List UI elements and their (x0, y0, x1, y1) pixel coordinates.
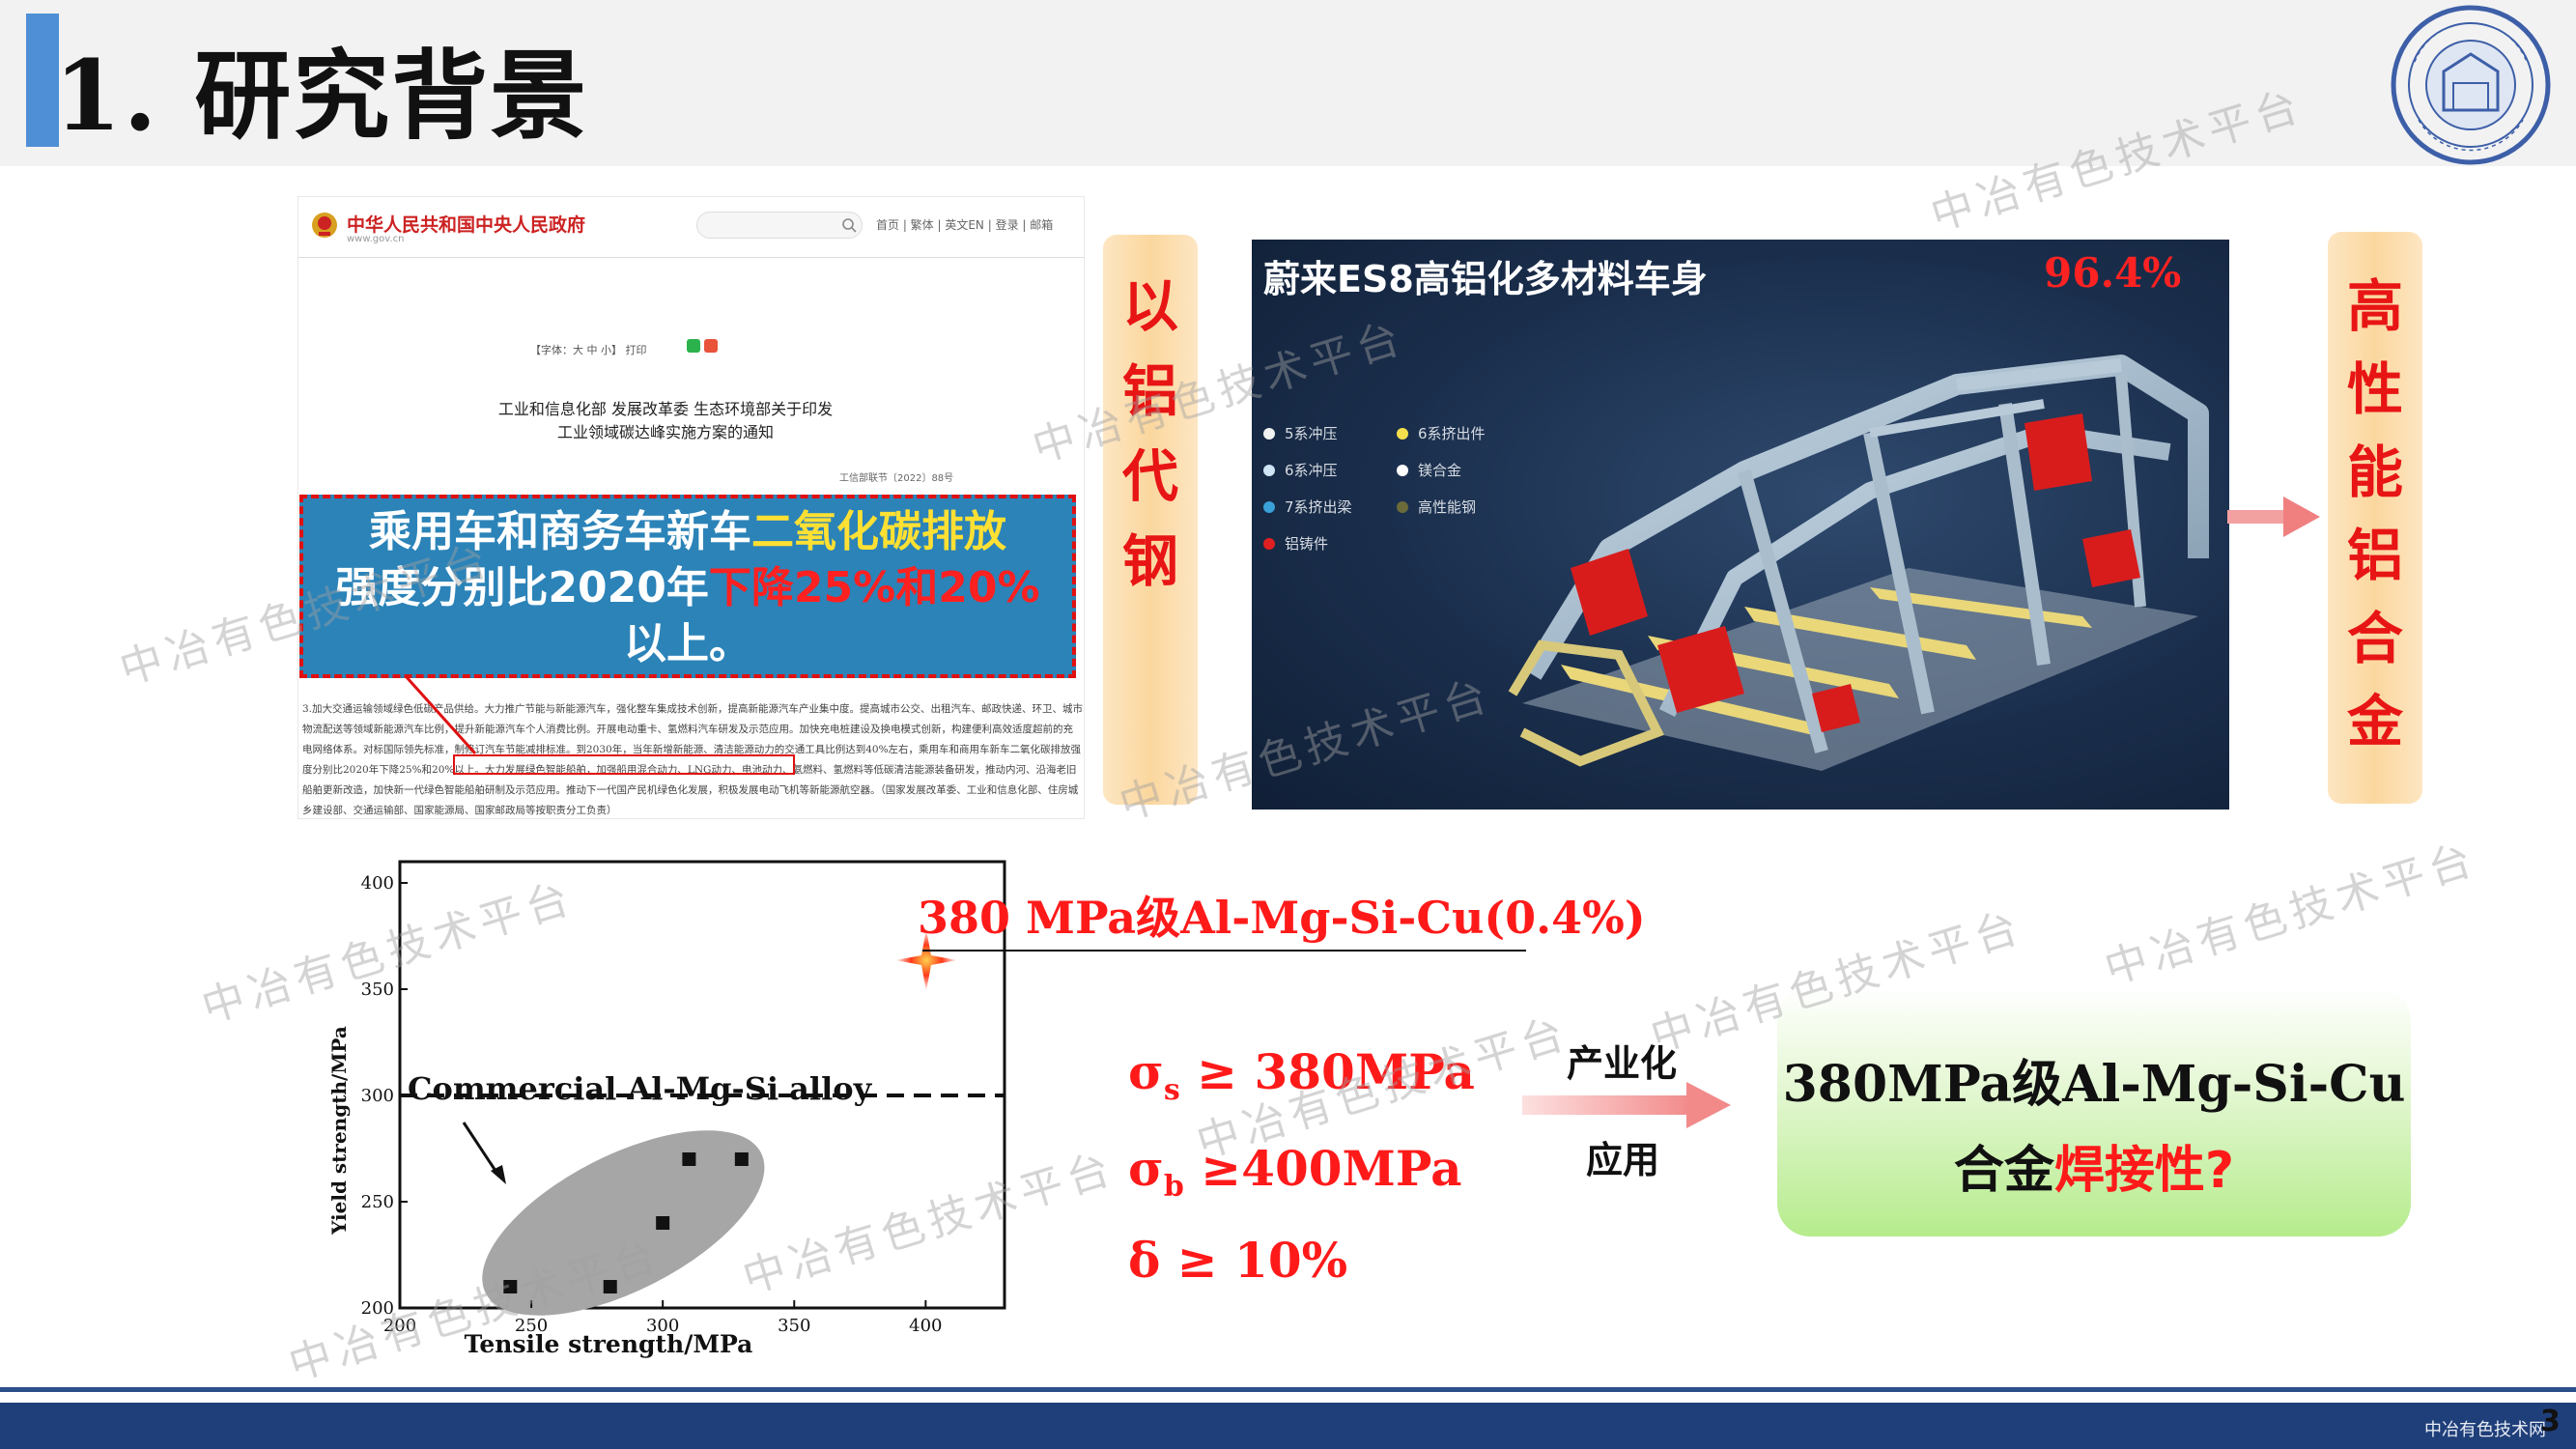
university-seal-icon (2391, 5, 2551, 165)
x-tick-label: 350 (778, 1316, 810, 1336)
chart-x-axis-label: Tensile strength/MPa (465, 1330, 753, 1358)
weldability-question-box: 380MPa级Al-Mg-Si-Cu 合金焊接性? (1777, 987, 2411, 1236)
callout-text-5: 以上。 (624, 619, 751, 668)
banner-high-performance-alloy: 高 性 能 铝 合 金 (2328, 232, 2422, 804)
highlight-point-label: 380 MPa级Al-Mg-Si-Cu(0.4%) (918, 892, 1646, 944)
prop-symbol: σ (1128, 1140, 1164, 1197)
arrow-right-icon (2227, 497, 2320, 537)
legend-label: 高性能钢 (1418, 498, 1477, 516)
prop-subscript: b (1163, 1170, 1184, 1204)
document-heading-line2: 工业领域碳达峰实施方案的通知 (556, 423, 774, 441)
banner-aluminum-for-steel: 以 铝 代 钢 (1103, 235, 1198, 805)
banner-right-char: 能 (2346, 440, 2403, 505)
divider (298, 257, 1084, 258)
legend-label: 5系冲压 (1285, 425, 1338, 442)
legend-label: 6系冲压 (1285, 462, 1338, 479)
tensile-strength-requirement: σb ≥400MPa (1128, 1140, 1462, 1204)
arrow-right-icon (1522, 1082, 1731, 1128)
highlight-box (453, 754, 795, 775)
banner-right-char: 铝 (2346, 523, 2403, 588)
banner-left-char: 以 (1121, 273, 1178, 339)
banner-left-char: 钢 (1121, 528, 1178, 594)
banner-right-char: 金 (2346, 689, 2403, 754)
legend-swatch (1263, 501, 1275, 513)
green-box-line1: 380MPa级Al-Mg-Si-Cu (1782, 1055, 2406, 1114)
legend-item: 5系冲压 (1263, 423, 1338, 443)
green-box-line2-b: 焊接性? (2053, 1142, 2235, 1200)
document-heading-line1: 工业和信息化部 发展改革委 生态环境部关于印发 (497, 400, 834, 418)
national-emblem-icon (312, 213, 337, 238)
aluminum-percentage: 96.4% (2044, 249, 2182, 297)
watermark: 中冶有色技术平台 (2099, 834, 2483, 995)
y-tick-label: 400 (361, 873, 394, 894)
reference-line-label: Commercial Al-Mg-Si alloy (408, 1070, 873, 1107)
reference-arrow (462, 1122, 499, 1175)
chart-y-axis-label: Yield strength/MPa (327, 1026, 351, 1236)
annotation-underline (922, 950, 1526, 952)
legend-swatch (1397, 465, 1408, 476)
legend-item: 6系冲压 (1263, 460, 1338, 480)
legend-label: 镁合金 (1418, 462, 1462, 479)
car-body-illustration (1508, 355, 2209, 771)
document-number: 工信部联节〔2022〕88号 (839, 473, 954, 484)
banner-right-char: 高 (2346, 273, 2403, 339)
car-panel-title: 蔚来ES8高铝化多材料车身 (1263, 258, 1708, 300)
slide-title: 1. 研究背景 (54, 39, 589, 153)
share-icon[interactable] (685, 337, 723, 355)
legend-swatch (1263, 428, 1275, 440)
banner-right-char: 合 (2346, 606, 2403, 671)
legend-swatch (1263, 465, 1275, 476)
slide-footer (0, 1403, 2576, 1449)
legend-item: 6系挤出件 (1397, 423, 1486, 443)
application-label: 应用 (1586, 1139, 1660, 1181)
legend-swatch (1397, 428, 1408, 440)
y-tick-label: 300 (361, 1086, 394, 1106)
gov-font-toolbar[interactable]: 【字体：大 中 小】 打印 (530, 342, 647, 357)
banner-right-char: 性 (2346, 356, 2403, 422)
legend-label: 6系挤出件 (1418, 425, 1486, 442)
gov-search-input[interactable] (696, 212, 863, 239)
green-box-line2: 合金焊接性? (1777, 1129, 2411, 1202)
legend-swatch (1263, 538, 1275, 550)
legend-label: 7系挤出梁 (1285, 498, 1352, 516)
legend-swatch (1397, 501, 1408, 513)
x-tick-label: 400 (909, 1316, 942, 1336)
prop-subscript: s (1163, 1073, 1180, 1107)
elongation-requirement: δ ≥ 10% (1128, 1232, 1348, 1289)
document-heading: 工业和信息化部 发展改革委 生态环境部关于印发 工业领域碳达峰实施方案的通知 (395, 398, 936, 444)
callout-text-4: 下降25%和20% (708, 563, 1040, 612)
gov-site-url: www.gov.cn (347, 234, 405, 244)
data-point (734, 1152, 749, 1166)
data-point (656, 1216, 670, 1230)
gov-site-name: 中华人民共和国中央人民政府 (347, 214, 586, 236)
legend-item: 镁合金 (1397, 460, 1461, 480)
data-point (682, 1152, 696, 1166)
prop-symbol: σ (1128, 1043, 1164, 1100)
page-number: 3 (2540, 1405, 2561, 1438)
legend-item: 铝铸件 (1263, 533, 1328, 554)
gov-nav-links[interactable]: 首页 | 繁体 | 英文EN | 登录 | 邮箱 (876, 216, 1053, 233)
callout-text-2: 二氧化碳排放 (751, 507, 1006, 556)
footer-brand: 中冶有色技术网 (2424, 1420, 2546, 1440)
green-box-line2-a: 合金 (1953, 1142, 2054, 1200)
y-tick-label: 250 (361, 1192, 394, 1212)
footer-rule (0, 1387, 2576, 1392)
legend-label: 铝铸件 (1285, 535, 1329, 553)
legend-item: 高性能钢 (1397, 497, 1476, 517)
search-icon[interactable] (841, 217, 857, 233)
legend-item: 7系挤出梁 (1263, 497, 1352, 517)
